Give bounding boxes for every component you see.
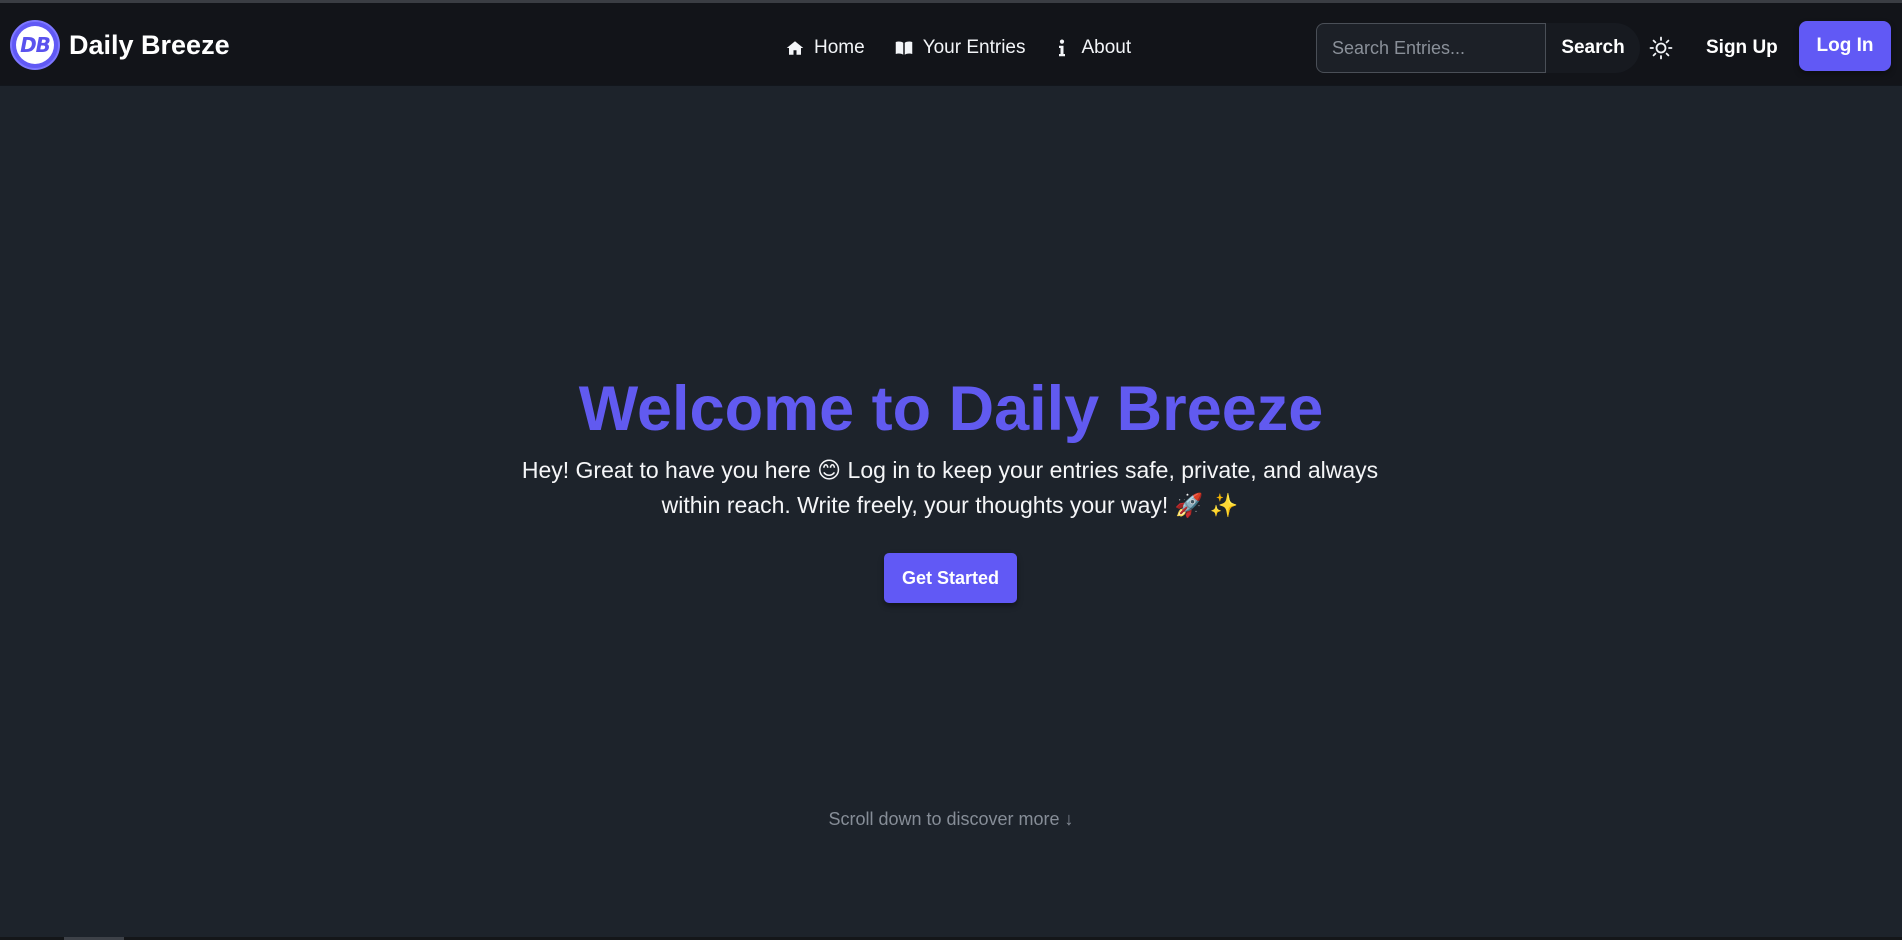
navbar: DB Daily Breeze Home Your Entries About …	[0, 3, 1902, 85]
nav-link-home[interactable]: Home	[786, 37, 865, 59]
scroll-hint: Scroll down to discover more ↓	[828, 809, 1074, 829]
nav-link-label: Home	[814, 37, 865, 58]
nav-link-about[interactable]: About	[1056, 37, 1132, 59]
hero-text: Hey! Great to have you here 😊 Log in to …	[521, 457, 1379, 518]
logo: DB	[10, 20, 60, 70]
sun-icon[interactable]	[1649, 36, 1673, 60]
logo-text: DB	[16, 26, 54, 64]
get-started-button[interactable]: Get Started	[884, 553, 1017, 603]
search-form: Search	[1316, 23, 1640, 73]
hero-title: Welcome to Daily Breeze	[578, 374, 1324, 444]
login-button[interactable]: Log In	[1799, 21, 1891, 71]
nav-link-label: Your Entries	[922, 37, 1026, 58]
hero-section: Welcome to Daily Breeze Hey! Great to ha…	[0, 85, 1902, 940]
search-input[interactable]	[1316, 23, 1546, 73]
signup-button[interactable]: Sign Up	[1706, 37, 1778, 59]
brand[interactable]: DB Daily Breeze	[10, 19, 230, 71]
book-icon	[895, 41, 912, 55]
home-icon	[786, 41, 804, 55]
search-button[interactable]: Search	[1546, 23, 1640, 73]
nav-link-label: About	[1081, 37, 1132, 58]
nav-link-your-entries[interactable]: Your Entries	[895, 37, 1026, 59]
nav-links: Home Your Entries About	[786, 33, 1161, 63]
info-icon	[1058, 39, 1065, 57]
brand-name: Daily Breeze	[69, 29, 230, 60]
